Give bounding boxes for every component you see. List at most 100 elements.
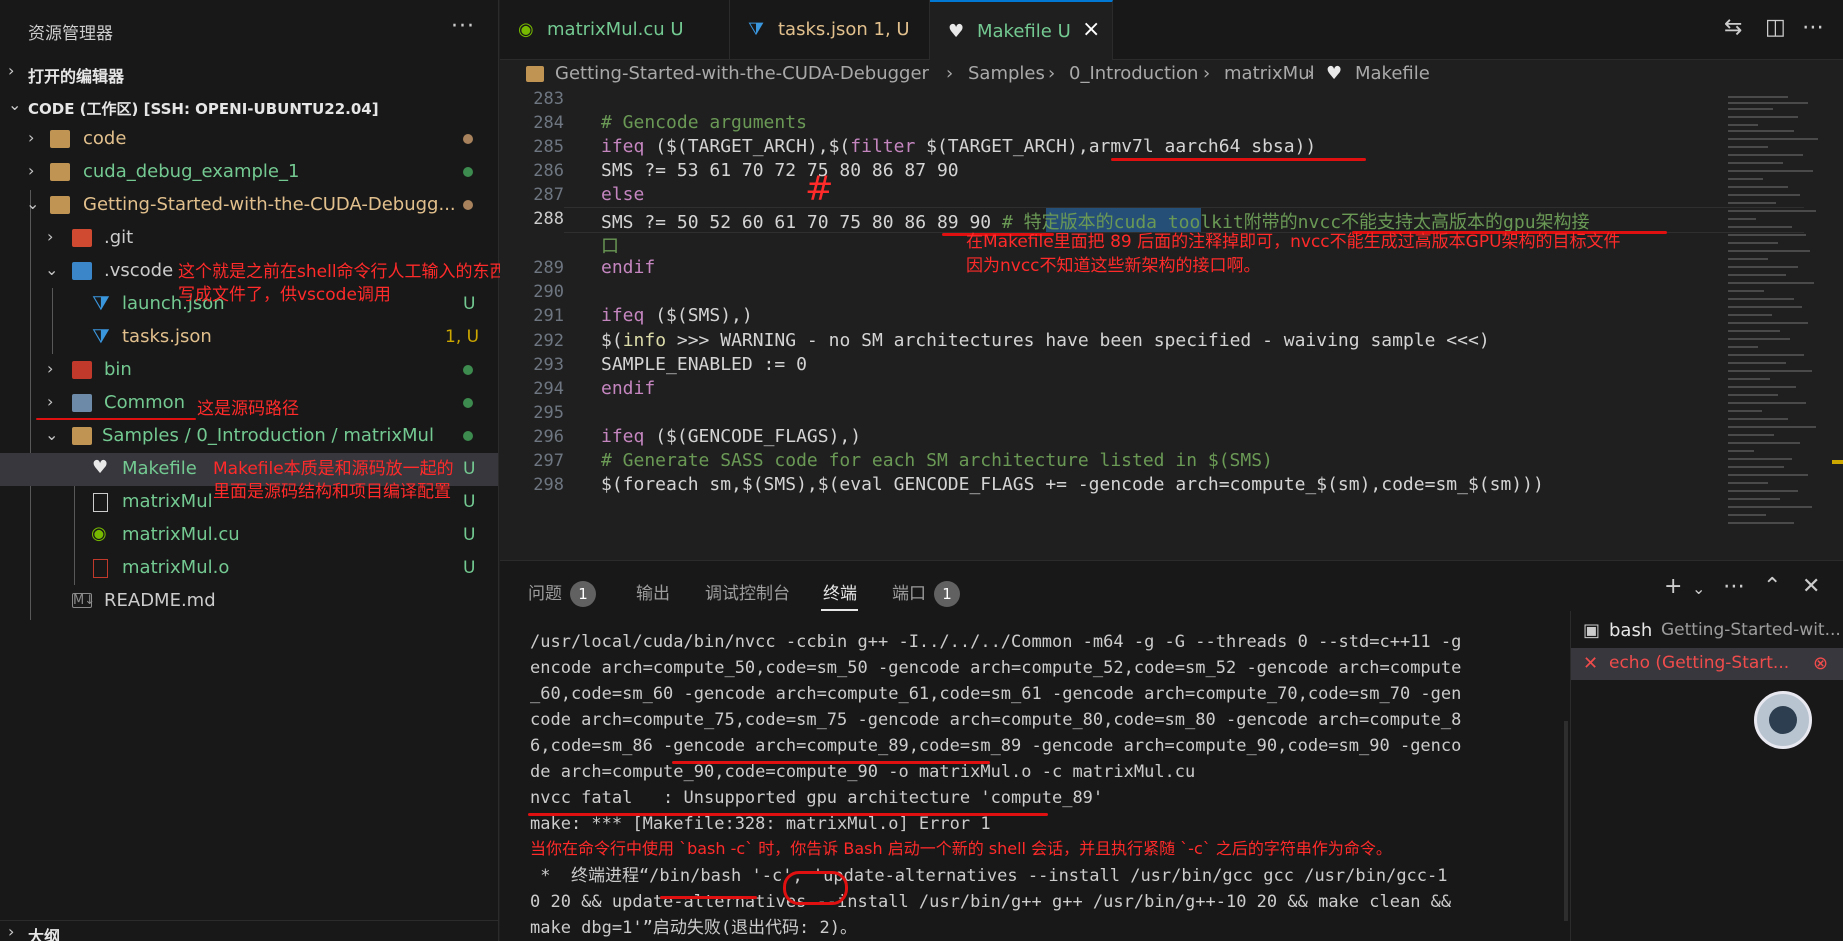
breadcrumb-item[interactable]: Makefile (1355, 63, 1430, 84)
tab-label: tasks.json (778, 19, 868, 40)
tab-terminal[interactable]: 终端 (823, 579, 857, 604)
tab-status: U (670, 19, 684, 40)
annotation-common: 这是源码路径 (197, 399, 299, 419)
compare-changes-icon[interactable]: ⇆ (1724, 15, 1742, 40)
tree-item-git[interactable]: › .git (0, 222, 498, 255)
ports-badge: 1 (934, 581, 960, 607)
tab-output[interactable]: 输出 (636, 579, 670, 604)
terminal-line: make dbg=1'”启动失败(退出代码: 2)。 (530, 918, 857, 938)
tab-debug-console[interactable]: 调试控制台 (705, 579, 790, 604)
chevron-right-icon: › (28, 128, 35, 147)
line-number: 289 (533, 258, 564, 278)
tree-item-label: tasks.json (122, 326, 212, 347)
chevron-right-icon: › (8, 61, 15, 80)
annotation-underline (36, 418, 196, 420)
terminal-item-echo[interactable]: ✕ echo (Getting-Start... ⊗ (1571, 648, 1843, 680)
annotation-editor: 在Makefile里面把 89 后面的注释掉即可，nvcc不能生成过高版本GPU… (966, 232, 1621, 276)
line-number: 284 (533, 113, 564, 133)
terminal-scrollbar[interactable] (1564, 721, 1568, 921)
tree-item-matrixmul-cu[interactable]: ◉ matrixMul.cu U (0, 519, 498, 552)
folder-open-icon (50, 196, 70, 214)
code-editor[interactable]: 283 284 285 286 287 288 289 290 291 292 … (500, 90, 1843, 560)
outline-section[interactable]: › 大纲 (0, 920, 498, 941)
workspace-section[interactable]: ⌄ CODE (工作区) [SSH: OPENI-UBUNTU22.04] (0, 91, 498, 123)
close-panel-icon[interactable]: ✕ (1802, 574, 1820, 599)
tree-item-samples[interactable]: ⌄ Samples / 0_Introduction / matrixMul (0, 420, 498, 453)
code-line: $(info >>> WARNING - no SM architectures… (601, 330, 1490, 351)
code-line: SAMPLE_ENABLED := 0 (601, 354, 807, 375)
tree-item-tasks-json[interactable]: ⧩ tasks.json 1, U (0, 321, 498, 354)
tree-item-bin[interactable]: › bin (0, 354, 498, 387)
line-number: 285 (533, 137, 564, 157)
terminal-line: _60,code=sm_60 -gencode arch=compute_61,… (530, 684, 1462, 704)
binary-file-icon (93, 559, 108, 578)
folder-open-icon (72, 427, 92, 445)
breadcrumb-item[interactable]: 0_Introduction (1069, 63, 1198, 84)
minimap[interactable] (1728, 90, 1828, 560)
git-status: U (463, 558, 476, 578)
file-icon (93, 493, 108, 512)
untracked-dot (463, 398, 473, 408)
avatar[interactable] (1754, 691, 1812, 749)
modified-dot (463, 134, 473, 144)
tree-item-label: Getting-Started-with-the-CUDA-Debugg... (83, 194, 456, 215)
annotation-vscode: 这个就是之前在shell命令行人工输入的东西 写成文件了，供vscode调用 (178, 262, 507, 305)
new-terminal-icon[interactable]: + (1664, 574, 1682, 599)
tree-item-matrixmul-o[interactable]: matrixMul.o U (0, 552, 498, 585)
tree-item-getting-started[interactable]: ⌄ Getting-Started-with-the-CUDA-Debugg..… (0, 189, 498, 222)
code-line: SMS ?= 53 61 70 72 75 80 86 87 90 (601, 160, 959, 181)
editor-tabs: ◉ matrixMul.cu U ⧩ tasks.json 1, U ♥ Mak… (500, 0, 1843, 60)
more-actions-icon[interactable]: ⋯ (1723, 574, 1745, 599)
tree-item-label: code (83, 128, 127, 149)
tree-item-label: matrixMul (122, 491, 213, 512)
chevron-right-icon: › (8, 922, 15, 941)
line-number: 288 (533, 209, 564, 229)
tree-item-cuda-debug-example[interactable]: › cuda_debug_example_1 (0, 156, 498, 189)
annotation-terminal: 当你在命令行中使用 `bash -c` 时，你告诉 Bash 启动一个新的 sh… (530, 839, 1392, 858)
close-icon[interactable]: × (1082, 17, 1100, 42)
error-icon: ⊗ (1813, 653, 1829, 674)
maximize-panel-icon[interactable]: ⌃ (1763, 574, 1781, 599)
vscode-file-icon: ⧩ (748, 19, 765, 40)
tree-item-label: Samples / 0_Introduction / matrixMul (102, 425, 434, 446)
folder-icon (526, 66, 544, 82)
annotation-makefile: Makefile本质是和源码放一起的 里面是源码结构和项目编译配置 (213, 459, 454, 502)
tree-item-code[interactable]: › code (0, 123, 498, 156)
tree-item-readme[interactable]: M↓ README.md (0, 585, 498, 618)
code-line: $(foreach sm,$(SMS),$(eval GENCODE_FLAGS… (601, 474, 1544, 495)
makefile-icon: ♥ (948, 21, 965, 42)
annotation-circle (783, 871, 848, 905)
tab-ports[interactable]: 端口 1 (892, 579, 960, 607)
tree-item-label: Common (104, 392, 186, 413)
line-number: 295 (533, 403, 564, 423)
tree-item-label: cuda_debug_example_1 (83, 161, 300, 182)
makefile-icon: ♥ (1326, 63, 1343, 84)
common-folder-icon (72, 394, 92, 412)
split-editor-icon[interactable]: ◫ (1765, 15, 1786, 40)
tab-problems[interactable]: 问题 1 (528, 579, 596, 607)
more-actions-icon[interactable]: ⋯ (1802, 15, 1824, 40)
breadcrumb-separator: › (1307, 63, 1315, 84)
breadcrumb-separator: › (1048, 63, 1056, 84)
breadcrumb: Getting-Started-with-the-CUDA-Debugger ›… (500, 60, 1843, 90)
tab-matrixmul-cu[interactable]: ◉ matrixMul.cu U (500, 0, 730, 60)
tab-makefile[interactable]: ♥ Makefile U × (930, 0, 1113, 60)
annotation-underline (660, 896, 757, 899)
chevron-down-icon: ⌄ (8, 95, 22, 114)
breadcrumb-separator: › (946, 63, 954, 84)
breadcrumb-item[interactable]: matrixMul (1224, 63, 1315, 84)
tab-tasks-json[interactable]: ⧩ tasks.json 1, U (730, 0, 930, 60)
more-actions-icon[interactable]: ··· (451, 14, 475, 39)
git-status: U (463, 525, 476, 545)
open-editors-label: 打开的编辑器 (28, 67, 125, 86)
untracked-dot (463, 431, 473, 441)
chevron-down-icon[interactable]: ⌄ (1692, 579, 1705, 598)
bin-folder-icon (72, 361, 92, 379)
breadcrumb-item[interactable]: Getting-Started-with-the-CUDA-Debugger (555, 63, 929, 84)
bottom-panel: 问题 1 输出 调试控制台 终端 端口 1 + ⌄ ⋯ ⌃ ✕ /usr/local… (500, 560, 1843, 941)
terminal-output[interactable]: /usr/local/cuda/bin/nvcc -ccbin g++ -I..… (530, 629, 1565, 941)
terminal-item-bash[interactable]: ▣ bash Getting-Started-wit... (1571, 615, 1843, 647)
nvidia-icon: ◉ (91, 523, 107, 544)
open-editors-section[interactable]: › 打开的编辑器 (0, 57, 498, 89)
breadcrumb-item[interactable]: Samples (968, 63, 1045, 84)
